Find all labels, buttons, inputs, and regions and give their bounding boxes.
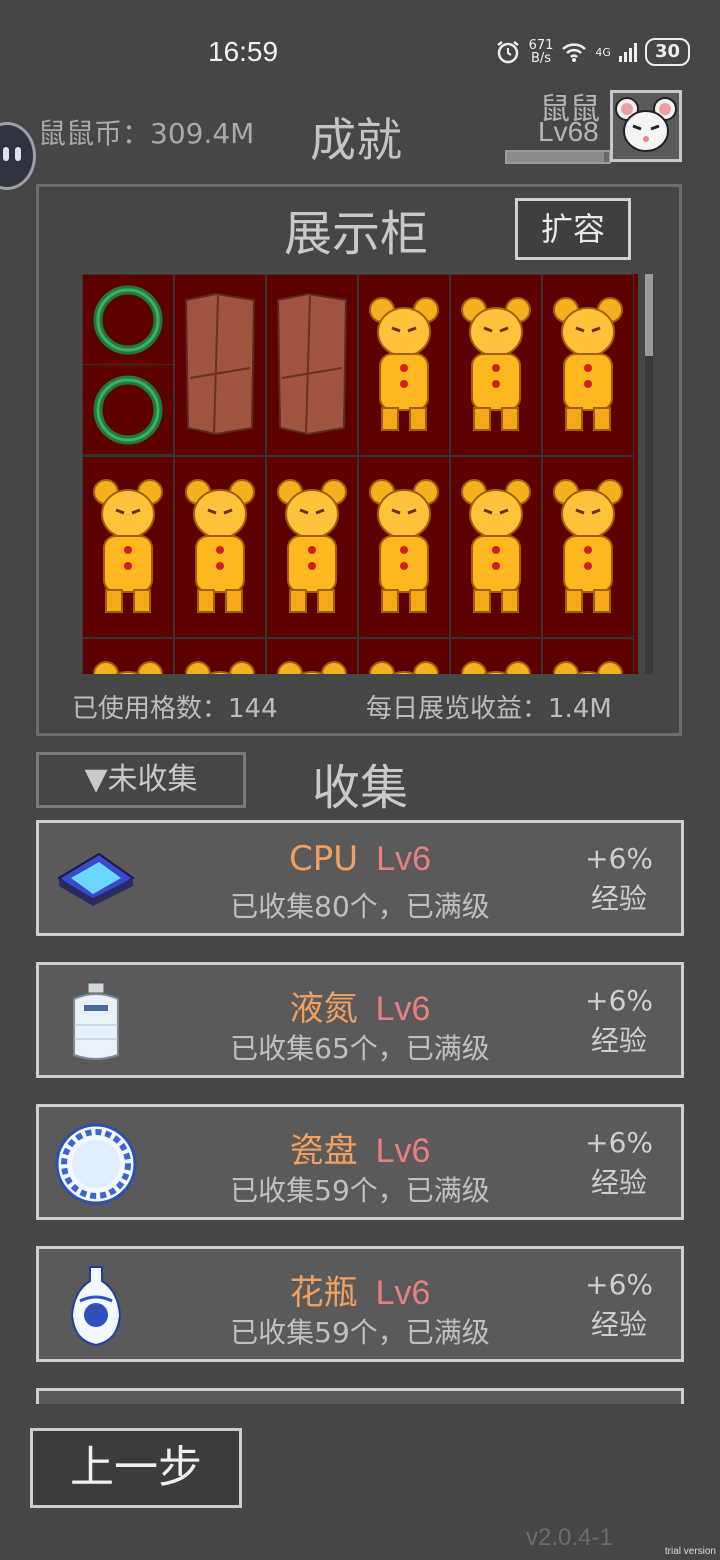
gold-bear-icon <box>362 652 446 674</box>
wifi-icon <box>562 43 587 62</box>
player-level: Lv68 <box>538 116 599 147</box>
gold-bear-icon <box>454 470 538 624</box>
bonus-type: 经验 <box>591 1166 648 1199</box>
cabinet-slot[interactable] <box>82 456 174 638</box>
battery-indicator: 30 <box>644 38 690 66</box>
bonus-type: 经验 <box>591 882 648 915</box>
gold-bear-icon <box>546 470 630 624</box>
item-bonus: +6% 经验 <box>585 981 653 1061</box>
cabinet-slot[interactable] <box>358 274 450 456</box>
item-bonus: +6% 经验 <box>585 839 653 919</box>
gold-bear-icon <box>362 470 446 624</box>
cabinet-slot[interactable] <box>266 274 358 456</box>
cabinet-title: 展示柜 <box>284 206 429 262</box>
cabinet-slot[interactable] <box>358 456 450 638</box>
item-name: 液氮 <box>289 989 358 1029</box>
page-title: 成就 <box>310 113 402 167</box>
signal-icon <box>618 42 637 62</box>
gold-bear-icon <box>86 652 170 674</box>
collection-card[interactable]: CPU Lv6 已收集80个，已满级 +6% 经验 <box>36 820 684 936</box>
cabinet-slot[interactable] <box>174 638 266 674</box>
back-button[interactable]: 上一步 <box>30 1428 242 1508</box>
cabinet-slot[interactable] <box>450 638 542 674</box>
gold-bear-icon <box>86 470 170 624</box>
xp-progress-fill <box>507 152 604 162</box>
item-level: Lv6 <box>376 840 431 878</box>
uncollected-filter-button[interactable]: ▼未收集 <box>36 752 246 808</box>
trial-watermark: trial version <box>664 1546 716 1557</box>
bonus-value: +6% <box>585 984 653 1017</box>
gold-bear-icon <box>546 288 630 442</box>
jade-bracelet-icon <box>83 365 173 455</box>
gold-bear-icon <box>270 652 354 674</box>
avatar[interactable] <box>610 90 682 162</box>
status-icons: 671 B/s 4G 30 <box>495 38 690 66</box>
gold-bear-icon <box>454 652 538 674</box>
cabinet-slot[interactable] <box>542 274 634 456</box>
cabinet-slot[interactable] <box>82 638 174 674</box>
cabinet-slot[interactable] <box>450 456 542 638</box>
item-name: 花瓶 <box>289 1273 358 1313</box>
item-level: Lv6 <box>375 1274 431 1312</box>
alarm-icon <box>496 41 519 64</box>
gold-bear-icon <box>178 470 262 624</box>
cabinet-slot[interactable] <box>174 274 266 456</box>
bonus-value: +6% <box>585 1126 653 1159</box>
xp-progress-bar <box>505 150 611 164</box>
cell-label: 4G <box>595 45 611 59</box>
coin-balance: 鼠鼠币：309.4M <box>38 117 255 150</box>
mouse-avatar-icon <box>615 97 677 152</box>
collection-card[interactable]: 花瓶 Lv6 已收集59个，已满级 +6% 经验 <box>36 1246 684 1362</box>
gold-bear-icon <box>454 288 538 442</box>
cabinet-slot[interactable] <box>174 456 266 638</box>
bonus-type: 经验 <box>591 1024 648 1057</box>
gold-bear-icon <box>178 652 262 674</box>
gold-bear-icon <box>270 470 354 624</box>
collection-title: 收集 <box>312 760 409 816</box>
collection-card-partial[interactable] <box>36 1388 684 1404</box>
status-time: 16:59 <box>208 36 279 67</box>
cabinet-slot[interactable] <box>358 638 450 674</box>
item-level: Lv6 <box>375 990 431 1028</box>
bonus-value: +6% <box>585 1268 653 1301</box>
cabinet-slot[interactable] <box>542 456 634 638</box>
jade-bracelet-icon <box>83 275 173 365</box>
floating-assistant-icon[interactable] <box>0 122 36 190</box>
item-bonus: +6% 经验 <box>585 1265 653 1345</box>
bonus-type: 经验 <box>591 1308 648 1341</box>
item-name: 瓷盘 <box>289 1131 358 1171</box>
item-bonus: +6% 经验 <box>585 1123 653 1203</box>
cabinet-scrollbar[interactable] <box>645 274 653 674</box>
cabinet-slot[interactable] <box>82 274 174 456</box>
used-slots-count: 已使用格数：144 <box>72 694 278 724</box>
net-speed-unit: B/s <box>530 51 552 66</box>
scroll-thumb[interactable] <box>645 274 653 356</box>
item-name: CPU <box>289 839 359 879</box>
gold-bear-icon <box>546 652 630 674</box>
network-speed: 671 B/s <box>529 39 554 65</box>
version-label: v2.0.4-1 <box>526 1524 613 1551</box>
cabinet-slot[interactable] <box>266 456 358 638</box>
collection-card[interactable]: 液氮 Lv6 已收集65个，已满级 +6% 经验 <box>36 962 684 1078</box>
leather-wallet-icon <box>270 288 354 442</box>
cabinet-slot[interactable] <box>266 638 358 674</box>
cabinet-slot[interactable] <box>450 274 542 456</box>
expand-button[interactable]: 扩容 <box>515 198 631 260</box>
item-level: Lv6 <box>375 1132 431 1170</box>
cabinet-slot[interactable] <box>542 638 634 674</box>
cabinet-grid[interactable] <box>82 274 638 674</box>
leather-wallet-icon <box>178 288 262 442</box>
daily-exhibition-income: 每日展览收益：1.4M <box>366 694 612 724</box>
bonus-value: +6% <box>585 842 653 875</box>
collection-card[interactable]: 瓷盘 Lv6 已收集59个，已满级 +6% 经验 <box>36 1104 684 1220</box>
gold-bear-icon <box>362 288 446 442</box>
